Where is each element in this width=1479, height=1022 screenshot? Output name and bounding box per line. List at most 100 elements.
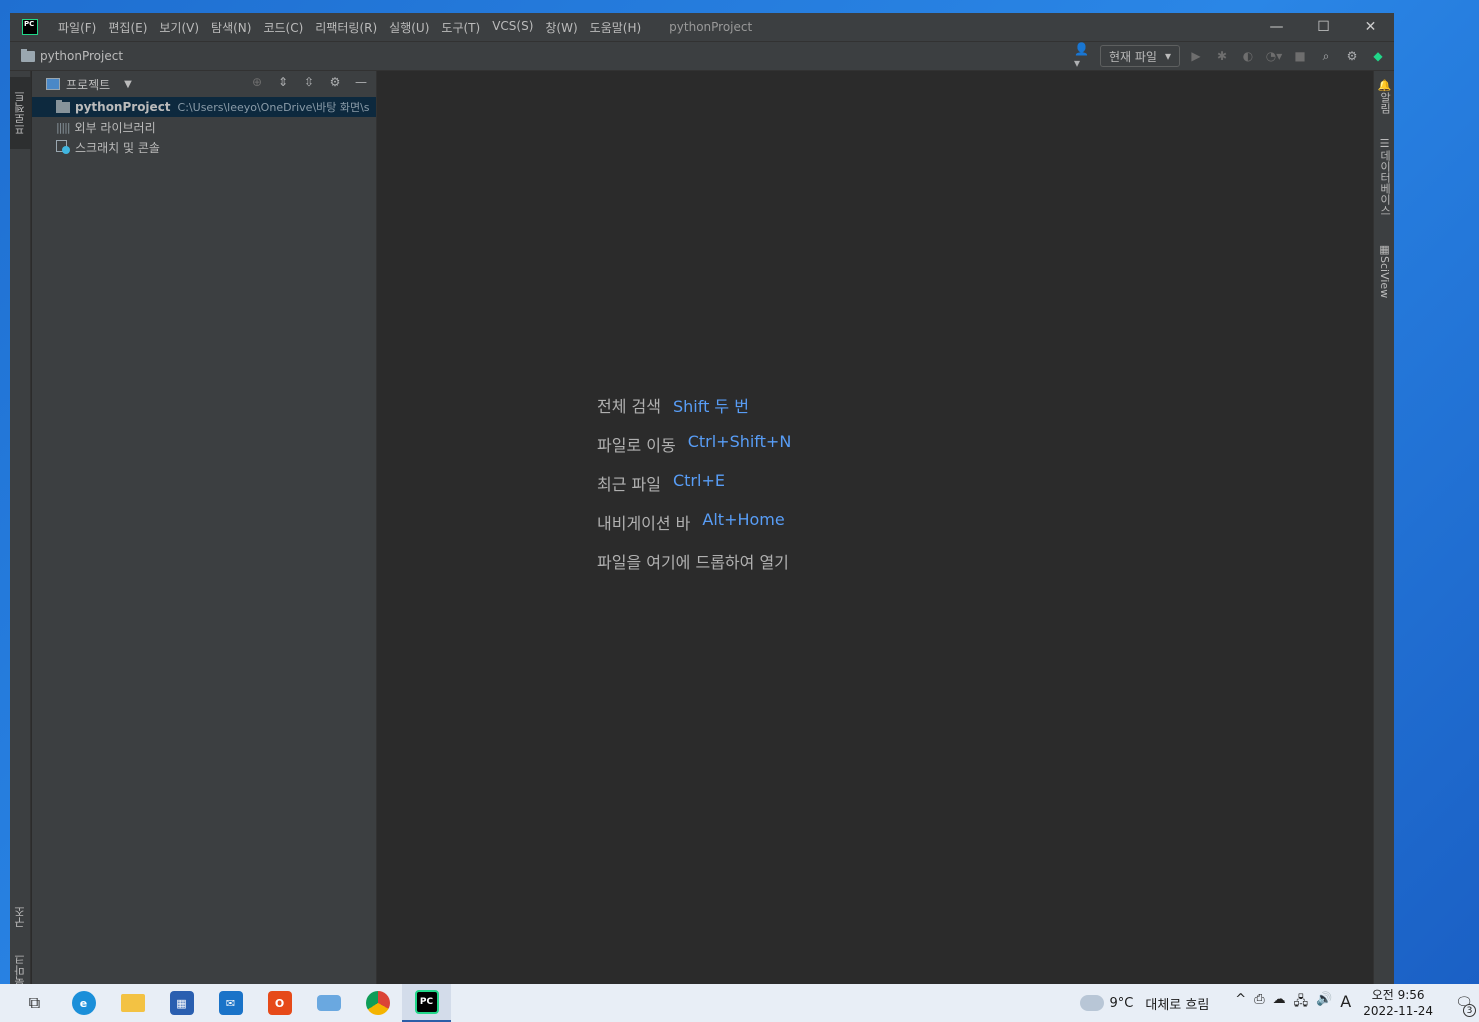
clock-date: 2022-11-24: [1363, 1004, 1433, 1018]
task-view-icon: ⧉: [28, 993, 41, 1012]
editor-area[interactable]: 전체 검색 Shift 두 번 파일로 이동 Ctrl+Shift+N 최근 파…: [378, 71, 1372, 984]
expand-all-icon[interactable]: ⇕: [274, 75, 292, 89]
window-controls: — ☐ ✕: [1253, 13, 1394, 41]
run-config-select[interactable]: 현재 파일 ▾: [1099, 45, 1180, 67]
stripe-database-button[interactable]: ☰ 데이터베이스: [1374, 137, 1394, 237]
left-tool-stripe: 프로젝트 구조 북마크: [10, 71, 31, 984]
user-icon[interactable]: 👤▾: [1074, 42, 1094, 70]
hint-search-everywhere: 전체 검색 Shift 두 번: [597, 393, 791, 432]
menu-view[interactable]: 보기(V): [153, 19, 205, 36]
menu-window[interactable]: 창(W): [539, 19, 583, 36]
ime-indicator[interactable]: A: [1340, 992, 1351, 1014]
coverage-icon[interactable]: ◐: [1238, 46, 1258, 66]
hint-shortcut: Ctrl+E: [672, 471, 725, 490]
stripe-sciview-label: SciView: [1378, 256, 1391, 299]
chevron-up-icon[interactable]: ^: [1235, 992, 1246, 1014]
stripe-structure-button[interactable]: 구조: [10, 895, 31, 939]
volume-icon[interactable]: 🔊: [1316, 992, 1332, 1014]
clock[interactable]: 오전 9:56 2022-11-24: [1363, 987, 1433, 1019]
gear-icon[interactable]: ⚙: [1342, 46, 1362, 66]
task-view-button[interactable]: ⧉: [10, 984, 59, 1022]
taskbar-mail[interactable]: ✉: [206, 984, 255, 1022]
hint-shortcut: Shift 두 번: [672, 397, 749, 416]
menu-vcs[interactable]: VCS(S): [486, 19, 539, 36]
locate-icon[interactable]: ⊕: [248, 75, 266, 89]
cloudy-weather-icon: [1079, 990, 1104, 1011]
taskbar-chrome[interactable]: [353, 984, 402, 1022]
mail-icon: ✉: [218, 991, 243, 1015]
menu-file[interactable]: 파일(F): [52, 19, 102, 36]
taskbar-pycharm[interactable]: PC: [402, 984, 451, 1022]
maximize-button[interactable]: ☐: [1300, 13, 1347, 41]
meet-icon[interactable]: ⎙: [1254, 992, 1264, 1014]
tree-row-project[interactable]: pythonProject C:\Users\leeyo\OneDrive\바탕…: [32, 97, 376, 117]
menu-help[interactable]: 도움말(H): [584, 19, 648, 36]
hint-go-to-file: 파일로 이동 Ctrl+Shift+N: [597, 432, 791, 471]
search-icon[interactable]: ⌕: [1316, 46, 1336, 66]
weather-desc: 대체로 흐림: [1145, 997, 1210, 1013]
project-panel-title[interactable]: 프로젝트: [66, 76, 110, 93]
hide-icon[interactable]: —: [352, 75, 370, 89]
stop-icon[interactable]: ■: [1290, 46, 1310, 66]
onedrive-cloud-icon[interactable]: ☁: [1273, 992, 1286, 1014]
project-panel-header: 프로젝트 ▼ ⊕ ⇕ ⇳ ⚙ —: [32, 71, 376, 97]
tray-icons: ^ ⎙ ☁ 🖧 🔊 A: [1235, 992, 1351, 1014]
external-libraries-label: 외부 라이브러리: [74, 120, 156, 135]
hint-label: 파일을 여기에 드롭하여 열기: [597, 553, 789, 572]
notification-center-button[interactable]: 🗨 3: [1449, 984, 1479, 1022]
hint-drop-files: 파일을 여기에 드롭하여 열기: [597, 549, 791, 588]
run-icon[interactable]: ▶: [1186, 46, 1206, 66]
collapse-all-icon[interactable]: ⇳: [300, 75, 318, 89]
stripe-database-label: 데이터베이스: [1378, 150, 1392, 216]
breadcrumb[interactable]: pythonProject: [40, 49, 123, 63]
gear-icon[interactable]: ⚙: [326, 75, 344, 89]
menu-edit[interactable]: 편집(E): [102, 19, 153, 36]
stripe-notifications-button[interactable]: 🔔 알림: [1374, 79, 1394, 131]
library-icon: |||||: [56, 120, 70, 134]
taskbar-explorer[interactable]: [108, 984, 157, 1022]
menu-refactor[interactable]: 리팩터링(R): [309, 19, 383, 36]
folder-icon: [120, 994, 145, 1012]
right-tool-stripe: 🔔 알림 ☰ 데이터베이스 ▦ SciView: [1373, 71, 1394, 984]
network-icon[interactable]: 🖧: [1294, 992, 1309, 1014]
menu-navigate[interactable]: 탐색(N): [205, 19, 257, 36]
taskbar-store[interactable]: ▦: [157, 984, 206, 1022]
toolbar: 👤▾ 현재 파일 ▾ ▶ ✱ ◐ ◔▾ ■ ⌕ ⚙ ◆: [1074, 42, 1388, 70]
stripe-project-button[interactable]: 프로젝트: [10, 77, 31, 149]
hint-label: 내비게이션 바: [597, 514, 691, 533]
stripe-notifications-label: 알림: [1378, 92, 1392, 115]
stripe-bookmarks-button[interactable]: 북마크: [10, 951, 31, 985]
tree-row-scratches[interactable]: 스크래치 및 콘솔: [32, 137, 376, 157]
chevron-down-icon[interactable]: ▼: [124, 79, 132, 90]
clock-time: 오전 9:56: [1371, 988, 1425, 1002]
project-tree: pythonProject C:\Users\leeyo\OneDrive\바탕…: [32, 97, 376, 157]
tree-row-external-libraries[interactable]: ||||| 외부 라이브러리: [32, 117, 376, 137]
menu-tools[interactable]: 도구(T): [435, 19, 486, 36]
menu-run[interactable]: 실행(U): [383, 19, 435, 36]
weather-widget[interactable]: 9°C 대체로 흐림: [1079, 990, 1210, 1013]
debug-icon[interactable]: ✱: [1212, 46, 1232, 66]
taskbar-laptop-app[interactable]: [304, 984, 353, 1022]
profile-icon[interactable]: ◔▾: [1264, 46, 1284, 66]
title-bar: PC 파일(F) 편집(E) 보기(V) 탐색(N) 코드(C) 리팩터링(R)…: [10, 13, 1394, 41]
stripe-sciview-button[interactable]: ▦ SciView: [1374, 243, 1394, 315]
minimize-button[interactable]: —: [1253, 13, 1300, 41]
notification-badge: 3: [1463, 1004, 1476, 1017]
project-path: C:\Users\leeyo\OneDrive\바탕 화면\s: [177, 101, 370, 114]
hint-shortcut: Alt+Home: [702, 510, 785, 529]
project-view-icon: [46, 78, 60, 90]
taskbar: ⧉ e ▦ ✉ O PC 9°C 대체로 흐림 ^ ⎙ ☁ 🖧 🔊 A 오전 9…: [0, 984, 1479, 1022]
stripe-structure-label: 구조: [13, 906, 27, 928]
weather-temp: 9°C: [1109, 995, 1134, 1011]
hint-label: 최근 파일: [597, 475, 661, 494]
jetbrains-logo-icon[interactable]: ◆: [1368, 46, 1388, 66]
taskbar-office[interactable]: O: [255, 984, 304, 1022]
hint-shortcut: Ctrl+Shift+N: [687, 432, 792, 451]
menu-code[interactable]: 코드(C): [257, 19, 309, 36]
close-button[interactable]: ✕: [1347, 13, 1394, 41]
project-panel-tools: ⊕ ⇕ ⇳ ⚙ —: [248, 75, 370, 89]
scratch-icon: [56, 140, 70, 154]
taskbar-edge[interactable]: e: [59, 984, 108, 1022]
database-icon: ☰: [1378, 137, 1391, 150]
chrome-icon: [365, 991, 390, 1015]
